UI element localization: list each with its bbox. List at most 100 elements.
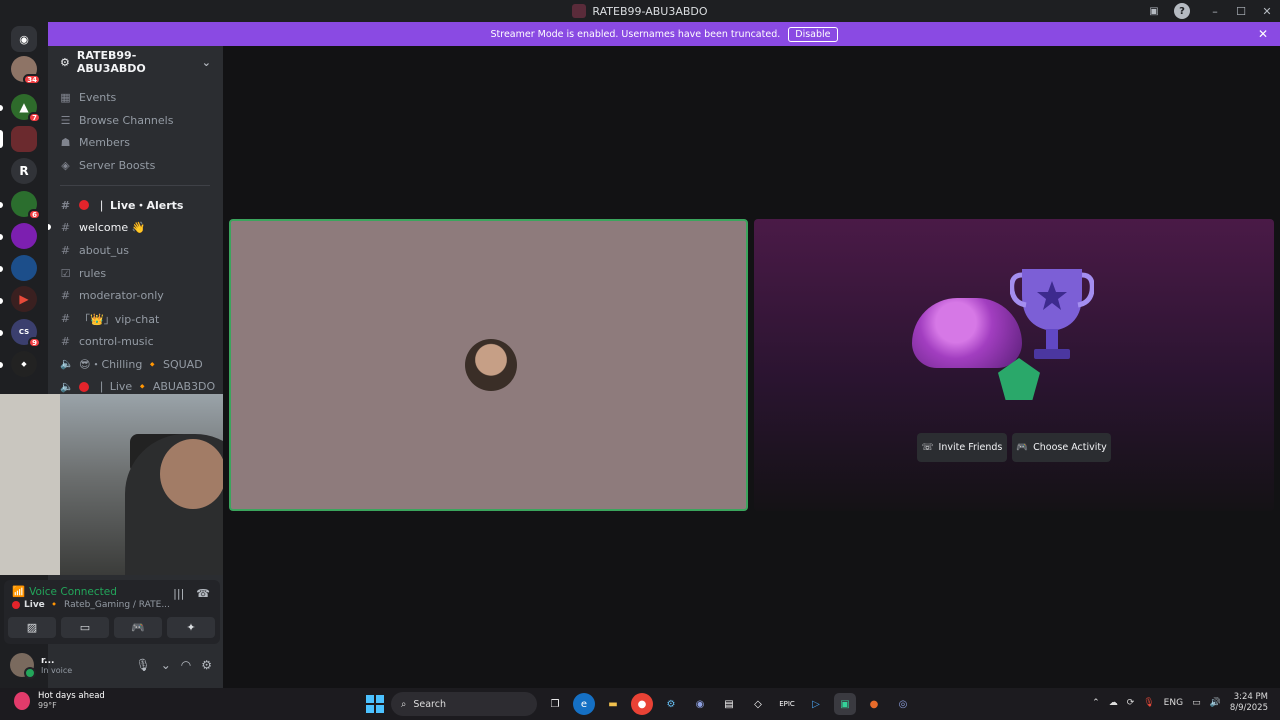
server-5[interactable]: 6	[11, 191, 41, 220]
server-9[interactable]: CS 9	[11, 319, 41, 348]
server-1[interactable]: 34	[11, 56, 41, 85]
browse-icon: ☰	[60, 113, 71, 127]
unread-pip	[0, 105, 3, 111]
avatar[interactable]	[10, 653, 36, 679]
weather-widget[interactable]: Hot days ahead 99°F	[14, 691, 105, 710]
user-status: In voice	[41, 665, 73, 675]
participant-avatar	[465, 339, 517, 391]
server-header[interactable]: ⚙ RATEB99-ABU3ABDO ⌄	[48, 46, 223, 78]
server-icon	[572, 4, 587, 18]
server-8[interactable]: ▶	[11, 286, 37, 312]
camera-off-button[interactable]: ▨	[8, 617, 56, 638]
discord-home-icon[interactable]: ◉	[11, 26, 37, 52]
nav-events[interactable]: ▦ Events	[48, 86, 223, 109]
microphone-icon[interactable]: 🎙	[135, 658, 150, 672]
channel-about-us[interactable]: # about_us	[48, 239, 223, 262]
chevron-up-icon[interactable]: ⌃	[1092, 698, 1100, 708]
gamepad-icon: 🎮	[1016, 442, 1029, 453]
language-indicator[interactable]: ENG	[1164, 698, 1183, 708]
unity-icon[interactable]: ◇	[747, 693, 769, 715]
unread-pip	[0, 330, 3, 336]
unread-badge: 34	[23, 74, 41, 85]
epic-games-icon[interactable]: EPIC	[776, 693, 798, 715]
task-view-icon[interactable]: ❐	[544, 693, 566, 715]
voice-channel-chilling[interactable]: 🔈 😎・Chilling 🔸 SQUAD	[48, 353, 223, 376]
server-2[interactable]: ▲ 7	[11, 94, 41, 123]
channel-welcome[interactable]: # welcome 👋	[48, 216, 223, 239]
active-app-icon[interactable]: ▣	[834, 693, 856, 715]
channel-rules[interactable]: ☑ rules	[48, 262, 223, 285]
participant-tile[interactable]	[229, 219, 748, 511]
server-4[interactable]: R	[11, 158, 37, 184]
sync-icon[interactable]: ⟳	[1127, 698, 1135, 708]
hashtag-icon: #	[60, 289, 71, 303]
choose-activity-button[interactable]: 🎮 Choose Activity	[1012, 433, 1111, 462]
soundboard-button[interactable]: ✦	[167, 617, 215, 638]
steam-icon[interactable]: ⚙	[660, 693, 682, 715]
server-10[interactable]: ◆	[11, 351, 37, 377]
invite-friends-button[interactable]: ☏ Invite Friends	[917, 433, 1007, 462]
edge-icon[interactable]: e	[573, 693, 595, 715]
search-icon: ⌕	[401, 698, 407, 710]
signal-icon: 📶	[12, 586, 26, 598]
store-icon[interactable]: ▤	[718, 693, 740, 715]
unread-badge: 9	[28, 337, 41, 348]
nav-browse-channels[interactable]: ☰ Browse Channels	[48, 109, 223, 132]
ea-icon[interactable]: ●	[863, 693, 885, 715]
server-settings-icon: ⚙	[60, 55, 70, 69]
hashtag-icon: #	[60, 243, 71, 257]
close-banner-icon[interactable]: ✕	[1258, 27, 1268, 41]
maximize-button[interactable]: ☐	[1228, 0, 1254, 22]
boost-icon: ◈	[61, 158, 70, 172]
microphone-icon[interactable]: 🎙	[1143, 698, 1154, 708]
minimize-button[interactable]: –	[1202, 0, 1228, 22]
live-dot-icon	[79, 200, 89, 211]
live-dot-icon	[12, 601, 20, 609]
headphones-icon[interactable]: ◠	[181, 658, 191, 672]
screen-share-button[interactable]: ▭	[61, 617, 109, 638]
windows-start-icon[interactable]	[366, 695, 384, 713]
voice-location[interactable]: Live 🔸 Rateb_Gaming / RATE...	[12, 600, 170, 610]
unread-pip	[0, 298, 3, 304]
activity-button[interactable]: 🎮	[114, 617, 162, 638]
nav-members[interactable]: ☗ Members	[48, 131, 223, 154]
voice-connected-status: 📶 Voice Connected	[12, 585, 117, 599]
inbox-icon[interactable]: ▣	[1146, 3, 1162, 19]
system-clock[interactable]: 3:24 PM 8/9/2025	[1230, 692, 1268, 714]
channel-control-music[interactable]: # control-music	[48, 330, 223, 353]
divider	[60, 184, 210, 186]
cloud-icon[interactable]: ☁	[1109, 698, 1118, 708]
hashtag-icon: #	[60, 198, 71, 212]
app-icon[interactable]: ◎	[892, 693, 914, 715]
members-icon: ☗	[60, 136, 71, 150]
taskbar-search[interactable]: ⌕ Search	[391, 692, 537, 716]
disconnect-icon[interactable]: ☎	[196, 587, 210, 600]
server-7[interactable]	[11, 255, 37, 281]
server-name: RATEB99-ABU3ABDO	[76, 49, 146, 75]
channel-vip-chat[interactable]: # 「👑」vip-chat	[48, 307, 223, 330]
volume-icon[interactable]: 🔊	[1210, 698, 1221, 708]
file-explorer-icon[interactable]: ▬	[602, 693, 624, 715]
server-3-selected[interactable]	[11, 126, 37, 152]
turtle-shell-icon	[912, 298, 1022, 368]
diamond-icon: 🔸	[48, 600, 61, 610]
discord-taskbar-icon[interactable]: ◉	[689, 693, 711, 715]
speaker-icon: 🔈	[60, 357, 74, 371]
chevron-down-icon[interactable]: ⌄	[161, 658, 171, 672]
nav-server-boosts[interactable]: ◈ Server Boosts	[48, 154, 223, 177]
disable-streamer-button[interactable]: Disable	[788, 26, 838, 42]
channel-live-alerts[interactable]: # ❘ Live・Alerts	[48, 194, 223, 217]
server-6[interactable]	[11, 223, 37, 249]
channel-moderator-only[interactable]: # moderator-only	[48, 285, 223, 308]
close-button[interactable]: ✕	[1254, 0, 1280, 22]
streamer-mode-message: Streamer Mode is enabled. Usernames have…	[490, 28, 781, 40]
hashtag-icon: #	[60, 312, 71, 326]
chrome-icon[interactable]: ●	[631, 693, 653, 715]
help-icon[interactable]: ?	[1174, 3, 1190, 19]
gear-icon[interactable]: ⚙	[201, 658, 212, 672]
trophy-icon	[1010, 269, 1094, 359]
webcam-background	[0, 394, 60, 575]
noise-suppression-icon[interactable]: |||	[173, 587, 184, 600]
display-icon[interactable]: ▭	[1192, 698, 1201, 708]
app-icon[interactable]: ▷	[805, 693, 827, 715]
